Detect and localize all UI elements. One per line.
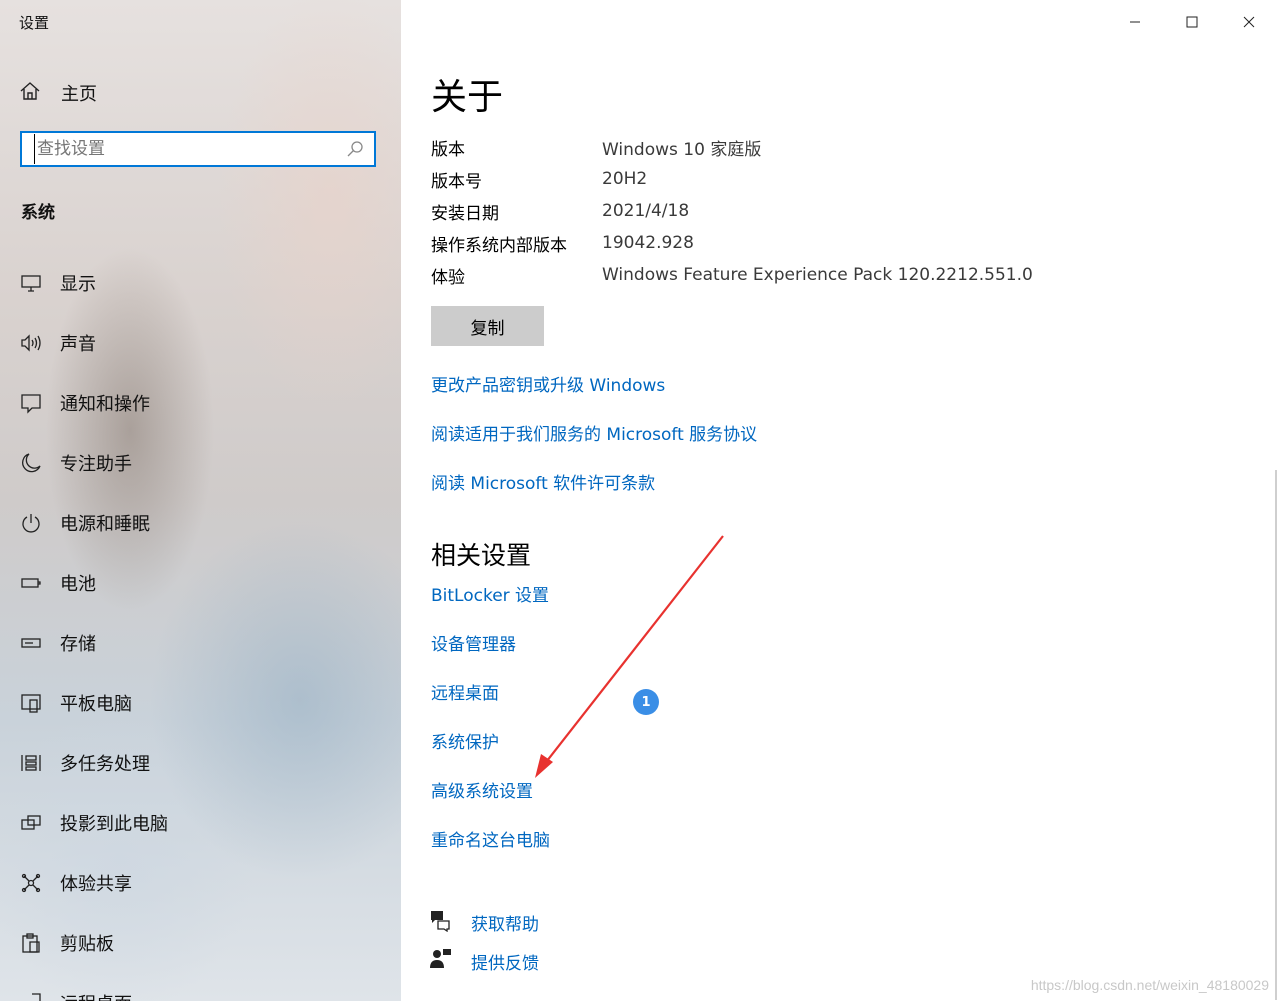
watermark: https://blog.csdn.net/weixin_48180029 (1030, 977, 1269, 993)
sidebar-item-notifications[interactable]: 通知和操作 (0, 373, 401, 433)
speaker-icon (20, 332, 42, 354)
multitask-icon (20, 752, 42, 774)
spec-row: 体验 Windows Feature Experience Pack 120.2… (431, 259, 1033, 291)
advanced-system-settings-link[interactable]: 高级系统设置 (431, 777, 533, 802)
window-controls (1106, 0, 1277, 44)
spec-value: 2021/4/18 (602, 201, 690, 221)
page-title: 关于 (431, 77, 504, 118)
sidebar-item-multitasking[interactable]: 多任务处理 (0, 733, 401, 793)
sidebar-item-label: 专注助手 (60, 454, 132, 475)
device-manager-link[interactable]: 设备管理器 (431, 630, 516, 655)
sidebar-item-label: 显示 (60, 274, 96, 295)
give-feedback-link[interactable]: 提供反馈 (429, 947, 539, 975)
license-terms-link[interactable]: 阅读 Microsoft 软件许可条款 (431, 469, 655, 494)
get-help-label: 获取帮助 (471, 914, 539, 935)
sidebar-item-label: 多任务处理 (60, 754, 150, 775)
close-icon (1243, 16, 1254, 28)
spec-row: 安装日期 2021/4/18 (431, 195, 1033, 227)
minimize-icon (1129, 21, 1140, 23)
feedback-person-icon (429, 947, 453, 975)
spec-row: 版本 Windows 10 家庭版 (431, 131, 1033, 163)
spec-key: 版本号 (431, 171, 482, 192)
close-button[interactable] (1220, 0, 1277, 44)
remote-desktop-icon (20, 992, 42, 1001)
tablet-icon (20, 692, 42, 714)
search-icon[interactable] (344, 138, 366, 160)
section-label: 系统 (21, 203, 55, 223)
sidebar-item-clipboard[interactable]: 剪贴板 (0, 913, 401, 973)
spec-key: 体验 (431, 267, 465, 288)
sidebar-item-storage[interactable]: 存储 (0, 613, 401, 673)
spec-row: 操作系统内部版本 19042.928 (431, 227, 1033, 259)
sidebar-item-label: 平板电脑 (60, 694, 132, 715)
sidebar-item-shared-experiences[interactable]: 体验共享 (0, 853, 401, 913)
search-box[interactable] (20, 131, 376, 167)
sidebar-item-sound[interactable]: 声音 (0, 313, 401, 373)
sidebar-item-label: 体验共享 (60, 874, 132, 895)
spec-table: 版本 Windows 10 家庭版 版本号 20H2 安装日期 2021/4/1… (431, 131, 1033, 291)
home-label: 主页 (61, 84, 97, 105)
spec-value: Windows Feature Experience Pack 120.2212… (602, 265, 1033, 285)
annotation-badge: 1 (633, 689, 659, 715)
search-input[interactable] (34, 134, 344, 164)
sidebar-item-focus-assist[interactable]: 专注助手 (0, 433, 401, 493)
sidebar-nav: 显示 声音 通知和操作 专注助手 电源和睡眠 电池 存储 平板电脑 多任务处理 … (0, 253, 401, 1001)
sidebar-item-label: 远程桌面 (60, 990, 132, 1001)
spec-value: 19042.928 (602, 233, 694, 253)
get-help-link[interactable]: 获取帮助 (429, 908, 539, 936)
sidebar-item-power-sleep[interactable]: 电源和睡眠 (0, 493, 401, 553)
spec-key: 版本 (431, 139, 465, 160)
sidebar: 设置 主页 系统 显示 声音 通知和操作 (0, 0, 401, 1001)
battery-icon (20, 572, 42, 594)
home-nav-item[interactable]: 主页 (19, 78, 379, 108)
spec-key: 安装日期 (431, 203, 499, 224)
moon-icon (20, 452, 42, 474)
minimize-button[interactable] (1106, 0, 1163, 44)
sidebar-item-label: 存储 (60, 634, 96, 655)
maximize-icon (1186, 16, 1197, 28)
home-icon (19, 80, 41, 106)
share-icon (20, 872, 42, 894)
project-icon (20, 812, 42, 834)
sidebar-item-display[interactable]: 显示 (0, 253, 401, 313)
notification-icon (20, 392, 42, 414)
spec-key: 操作系统内部版本 (431, 235, 567, 256)
help-chat-icon (429, 908, 453, 936)
maximize-button[interactable] (1163, 0, 1220, 44)
service-agreement-link[interactable]: 阅读适用于我们服务的 Microsoft 服务协议 (431, 420, 757, 445)
sidebar-item-label: 剪贴板 (60, 934, 114, 955)
sidebar-item-label: 电池 (60, 574, 96, 595)
sidebar-item-label: 投影到此电脑 (60, 814, 168, 835)
sidebar-item-battery[interactable]: 电池 (0, 553, 401, 613)
spec-row: 版本号 20H2 (431, 163, 1033, 195)
annotation-arrow (535, 535, 724, 778)
sidebar-item-tablet[interactable]: 平板电脑 (0, 673, 401, 733)
copy-button[interactable]: 复制 (431, 306, 544, 346)
rename-pc-link[interactable]: 重命名这台电脑 (431, 826, 550, 851)
related-settings-title: 相关设置 (431, 541, 532, 570)
display-icon (20, 272, 42, 294)
power-icon (20, 512, 42, 534)
spec-value: Windows 10 家庭版 (602, 139, 762, 160)
storage-icon (20, 632, 42, 654)
sidebar-item-label: 声音 (60, 334, 96, 355)
remote-desktop-link[interactable]: 远程桌面 (431, 679, 499, 704)
sidebar-item-remote-desktop[interactable]: 远程桌面 (0, 973, 401, 1001)
system-protection-link[interactable]: 系统保护 (431, 728, 499, 753)
clipboard-icon (20, 932, 42, 954)
app-title: 设置 (19, 14, 50, 32)
sidebar-item-label: 通知和操作 (60, 394, 150, 415)
main-pane: 关于 版本 Windows 10 家庭版 版本号 20H2 安装日期 2021/… (401, 0, 1277, 1001)
give-feedback-label: 提供反馈 (471, 953, 539, 974)
sidebar-item-project[interactable]: 投影到此电脑 (0, 793, 401, 853)
change-product-key-link[interactable]: 更改产品密钥或升级 Windows (431, 371, 665, 396)
sidebar-item-label: 电源和睡眠 (60, 514, 150, 535)
spec-value: 20H2 (602, 169, 648, 189)
